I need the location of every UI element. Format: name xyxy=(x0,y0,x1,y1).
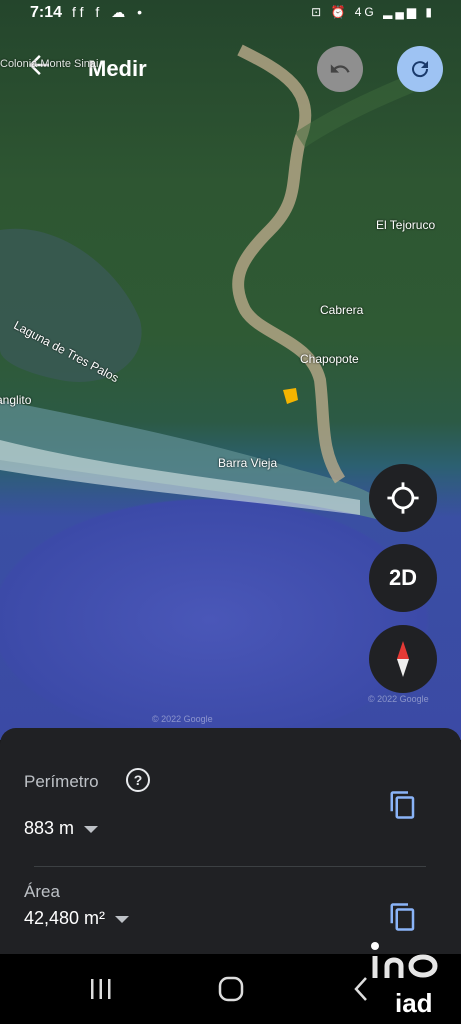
status-bar: 7:14 ff f ☁ • ⊡ ⏰ 4G ▂▄▆ ▮ xyxy=(0,0,461,28)
help-icon[interactable]: ? xyxy=(126,768,150,792)
top-bar: Medir xyxy=(0,44,461,100)
crosshair-icon xyxy=(387,482,419,514)
recents-icon[interactable] xyxy=(88,976,114,1002)
chevron-down-icon xyxy=(84,825,99,833)
iad-watermark: iad xyxy=(367,942,453,1024)
map-copyright: © 2022 Google xyxy=(368,694,429,704)
perimeter-value: 883 m xyxy=(24,818,75,838)
divider xyxy=(34,866,426,867)
status-time: 7:14 xyxy=(30,4,63,21)
area-label: Área xyxy=(24,882,60,901)
redo-icon xyxy=(412,61,429,78)
brand-text: iad xyxy=(395,988,433,1018)
copy-perimeter-icon[interactable] xyxy=(388,790,418,820)
system-icons: ⊡ ⏰ 4G ▂▄▆ ▮ xyxy=(311,5,435,19)
undo-button[interactable] xyxy=(317,46,363,92)
place-label: Colonia Monte Sinai xyxy=(0,58,99,70)
iad-logo-icon xyxy=(371,942,438,978)
place-label: Barra Vieja xyxy=(218,456,278,470)
place-label: Tanglito xyxy=(0,393,32,407)
satellite-map[interactable]: 7:14 ff f ☁ • ⊡ ⏰ 4G ▂▄▆ ▮ Medir Colonia… xyxy=(0,0,461,740)
home-icon[interactable] xyxy=(216,974,246,1004)
undo-icon xyxy=(330,64,350,73)
place-label: El Tejoruco xyxy=(376,218,436,232)
measure-panel: Perímetro ? 883 m Área 42,480 m² xyxy=(0,728,461,954)
place-label: Chapopote xyxy=(300,352,359,366)
area-value: 42,480 m² xyxy=(24,908,106,928)
notification-icons: ff f ☁ • xyxy=(72,4,146,20)
area-dropdown[interactable]: 42,480 m² xyxy=(24,908,130,929)
place-label: Cabrera xyxy=(320,303,364,317)
map-copyright: © 2022 Google xyxy=(152,714,213,724)
compass-button[interactable] xyxy=(369,625,437,693)
perimeter-dropdown[interactable]: 883 m xyxy=(24,818,99,839)
perimeter-label: Perímetro xyxy=(24,772,99,791)
compass-icon xyxy=(397,641,409,677)
redo-button[interactable] xyxy=(397,46,443,92)
copy-area-icon[interactable] xyxy=(388,902,418,932)
view-toggle-button[interactable]: 2D xyxy=(369,544,437,612)
my-location-button[interactable] xyxy=(369,464,437,532)
chevron-down-icon xyxy=(115,915,130,923)
